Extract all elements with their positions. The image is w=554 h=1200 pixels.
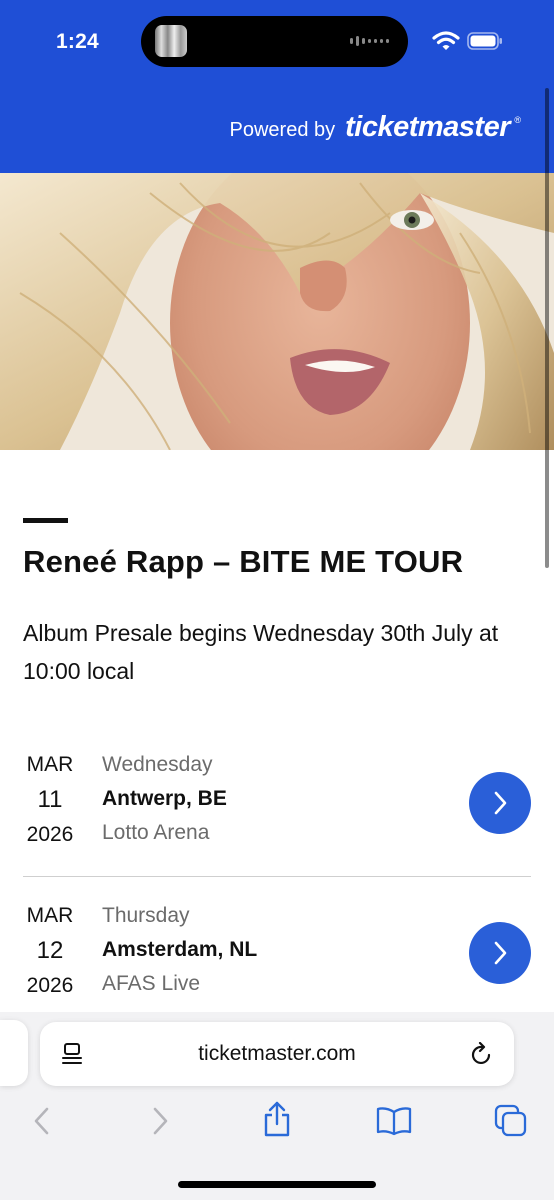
tabs-icon[interactable] <box>494 1104 528 1138</box>
ticketmaster-header: 1:24 Powered by ticketmaster ® <box>0 0 554 173</box>
date-year: 2026 <box>26 823 74 846</box>
event-weekday: Wednesday <box>102 753 213 776</box>
share-icon[interactable] <box>261 1100 293 1138</box>
powered-by-label: Powered by <box>229 119 336 141</box>
open-event-button[interactable] <box>469 772 531 834</box>
event-venue: Lotto Arena <box>102 821 210 844</box>
date-day: 11 <box>37 786 63 813</box>
registered-mark: ® <box>514 115 521 125</box>
dynamic-island[interactable] <box>141 16 408 67</box>
artist-photo-icon <box>0 173 554 450</box>
event-title: Reneé Rapp – BITE ME TOUR <box>23 544 464 579</box>
status-time: 1:24 <box>56 30 99 53</box>
presale-info: Album Presale begins Wednesday 30th July… <box>23 620 499 684</box>
chevron-right-icon <box>494 791 507 815</box>
ticketmaster-logo: ticketmaster <box>345 111 510 143</box>
event-date-row[interactable]: MAR 11 2026 Wednesday Antwerp, BE Lotto … <box>0 753 554 903</box>
event-city: Antwerp, BE <box>102 787 227 810</box>
bookmarks-icon[interactable] <box>376 1106 412 1136</box>
audio-waveform-icon <box>350 36 389 46</box>
row-divider <box>23 876 531 877</box>
date-year: 2026 <box>26 974 74 997</box>
event-venue: AFAS Live <box>102 972 201 995</box>
home-indicator[interactable] <box>178 1181 376 1188</box>
previous-tab-peek[interactable] <box>0 1020 28 1086</box>
address-bar[interactable]: ticketmaster.com <box>40 1022 514 1086</box>
hero-image <box>0 173 554 450</box>
event-city: Amsterdam, NL <box>102 938 258 961</box>
date-block: MAR 12 2026 <box>18 904 82 998</box>
powered-by-ticketmaster: Powered by ticketmaster ® <box>229 111 522 144</box>
date-day: 12 <box>36 937 64 964</box>
forward-icon[interactable] <box>148 1104 172 1138</box>
battery-icon <box>467 32 502 50</box>
date-month: MAR <box>26 753 74 776</box>
url-text[interactable]: ticketmaster.com <box>40 1042 514 1066</box>
reload-icon[interactable] <box>470 1042 494 1068</box>
scroll-indicator[interactable] <box>545 88 549 568</box>
now-playing-artwork <box>155 25 187 57</box>
back-icon[interactable] <box>30 1104 54 1138</box>
chevron-right-icon <box>494 941 507 965</box>
event-info: Wednesday Antwerp, BE Lotto Arena <box>102 753 227 845</box>
date-block: MAR 11 2026 <box>18 753 82 847</box>
open-event-button[interactable] <box>469 922 531 984</box>
date-month: MAR <box>26 904 74 927</box>
event-info: Thursday Amsterdam, NL AFAS Live <box>102 904 257 996</box>
accent-dash <box>23 518 68 523</box>
event-weekday: Thursday <box>102 904 190 927</box>
wifi-icon <box>432 31 460 50</box>
